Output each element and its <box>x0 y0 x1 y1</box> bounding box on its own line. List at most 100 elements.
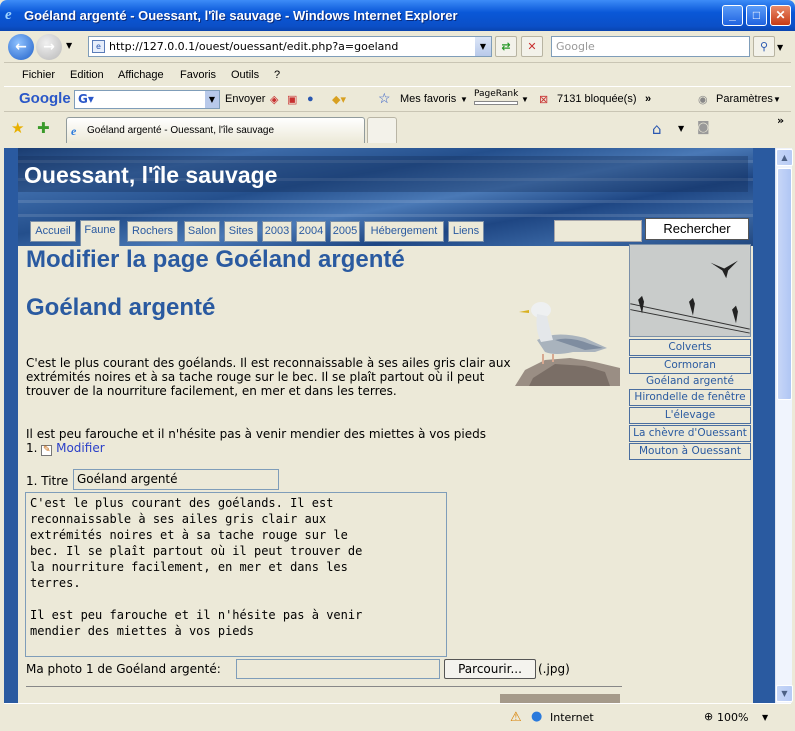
nav-2004[interactable]: 2004 <box>296 221 326 242</box>
more-chevron-icon[interactable]: » <box>645 93 651 105</box>
site-title: Ouessant, l'île sauvage <box>24 162 278 188</box>
settings-icon[interactable]: ◉ <box>698 93 708 106</box>
popup-blocked-count[interactable]: 7131 bloquée(s) <box>557 93 637 105</box>
sidebar-link-elevage[interactable]: L'élevage <box>629 407 751 424</box>
page-heading: Modifier la page Goéland argenté <box>26 246 405 273</box>
scroll-down-icon[interactable]: ▼ <box>776 685 793 702</box>
vertical-scrollbar[interactable]: ▲ ▼ <box>775 148 793 703</box>
address-dropdown-icon[interactable]: ▼ <box>475 37 491 56</box>
close-button[interactable]: ✕ <box>770 5 791 26</box>
favorites-dropdown-icon: ▼ <box>460 95 468 104</box>
tab-current[interactable]: e Goéland argenté - Ouessant, l'île sauv… <box>66 117 365 143</box>
sidebar-link-mouton[interactable]: Mouton à Ouessant <box>629 443 751 460</box>
sidebar-link-hirondelle[interactable]: Hirondelle de fenêtre <box>629 389 751 406</box>
nav-liens[interactable]: Liens <box>448 221 484 242</box>
maximize-button[interactable]: □ <box>746 5 767 26</box>
scroll-up-icon[interactable]: ▲ <box>776 149 793 166</box>
window-titlebar: e Goéland argenté - Ouessant, l'île sauv… <box>0 0 795 31</box>
modify-row: 1. ✎ Modifier <box>26 441 516 456</box>
titre-input[interactable]: Goéland argenté <box>73 469 279 490</box>
tab-title: Goéland argenté - Ouessant, l'île sauvag… <box>87 125 275 136</box>
nav-rochers[interactable]: Rochers <box>127 221 178 242</box>
home-icon[interactable]: ⌂ <box>652 120 662 138</box>
menu-edition[interactable]: Edition <box>70 69 104 81</box>
zoom-dropdown-icon[interactable]: ▼ <box>762 713 768 722</box>
nav-2003[interactable]: 2003 <box>262 221 292 242</box>
menu-bar: Fichier Edition Affichage Favoris Outils… <box>4 64 791 86</box>
zoom-level[interactable]: 100% <box>717 711 748 724</box>
file-extension-hint: (.jpg) <box>538 662 570 676</box>
site-search-button[interactable]: Rechercher <box>645 218 749 240</box>
favorites-star-icon[interactable]: ★ <box>11 119 24 137</box>
menu-favoris[interactable]: Favoris <box>180 69 216 81</box>
sidebar-link-chevre[interactable]: La chèvre d'Ouessant <box>629 425 751 442</box>
item-number: 1. <box>26 441 38 455</box>
google-dropdown-icon[interactable]: ▼ <box>205 91 219 108</box>
status-bar: ⚠ ● Internet ⊕ 100% ▼ <box>4 703 791 731</box>
pagerank-widget[interactable]: PageRank <box>474 89 522 109</box>
add-favorite-icon[interactable]: ✚ <box>37 119 50 137</box>
site-header: Ouessant, l'île sauvage Accueil Faune Ro… <box>18 148 753 246</box>
page-subheading: Goéland argenté <box>26 294 216 321</box>
description-paragraph-2: Il est peu farouche et il n'hésite pas à… <box>26 427 486 441</box>
minimize-button[interactable]: _ <box>722 5 743 26</box>
zoom-icon[interactable]: ⊕ <box>704 710 713 723</box>
new-tab-button[interactable] <box>367 117 397 143</box>
swallows-photo <box>629 244 751 337</box>
send-button[interactable]: Envoyer <box>225 93 265 105</box>
nav-sites[interactable]: Sites <box>224 221 258 242</box>
favorites-button[interactable]: Mes favoris <box>400 93 456 105</box>
stop-button[interactable]: ✕ <box>521 36 543 57</box>
nav-hebergement[interactable]: Hébergement <box>364 221 444 242</box>
popup-blocker-icon[interactable]: ⊠ <box>539 93 548 106</box>
globe-icon[interactable]: ● <box>307 93 314 105</box>
search-dropdown-icon[interactable]: ▼ <box>777 43 783 52</box>
home-dropdown-icon[interactable]: ▼ <box>678 124 684 133</box>
pagerank-bar <box>474 101 518 105</box>
page-icon: e <box>92 40 105 53</box>
tab-bar: ★ ✚ e Goéland argenté - Ouessant, l'île … <box>4 113 791 148</box>
zone-label: Internet <box>550 711 594 724</box>
feeds-icon[interactable]: ◙ <box>697 120 710 135</box>
menu-help[interactable]: ? <box>274 69 280 81</box>
search-input[interactable]: Google <box>551 36 750 57</box>
photo-label: Ma photo 1 de Goéland argenté: <box>26 662 221 676</box>
refresh-button[interactable]: ⇄ <box>495 36 517 57</box>
pagerank-dropdown-icon: ▼ <box>521 95 529 104</box>
address-bar[interactable]: e http://127.0.0.1/ouest/ouessant/edit.p… <box>88 36 492 57</box>
menu-affichage[interactable]: Affichage <box>118 69 164 81</box>
google-search-input[interactable]: G▾ ▼ <box>74 90 220 109</box>
bookmark-icon[interactable]: ◆▾ <box>332 93 346 106</box>
history-dropdown-icon[interactable]: ▼ <box>66 41 72 50</box>
ticket-icon[interactable]: ▣ <box>287 93 297 106</box>
nav-salon[interactable]: Salon <box>184 221 220 242</box>
nav-accueil[interactable]: Accueil <box>30 221 76 242</box>
google-g-icon: G▾ <box>78 92 94 106</box>
site-search-input[interactable] <box>554 220 642 242</box>
star-icon[interactable]: ☆ <box>378 90 391 107</box>
gull-photo <box>515 300 620 386</box>
menu-fichier[interactable]: Fichier <box>22 69 55 81</box>
modify-link[interactable]: Modifier <box>56 441 105 455</box>
edit-icon[interactable]: ✎ <box>41 445 53 456</box>
back-button[interactable]: ← <box>8 34 34 60</box>
pagerank-label: PageRank <box>474 89 519 99</box>
menu-outils[interactable]: Outils <box>231 69 259 81</box>
sidebar-link-cormoran[interactable]: Cormoran <box>629 357 751 374</box>
settings-button[interactable]: Paramètres <box>716 93 773 105</box>
highlight-icon[interactable]: ◈ <box>270 93 278 106</box>
google-logo[interactable]: Google <box>19 90 71 107</box>
description-textarea[interactable]: C'est le plus courant des goélands. Il e… <box>25 492 447 657</box>
navigation-bar: ← → ▼ e http://127.0.0.1/ouest/ouessant/… <box>4 31 791 63</box>
browse-button[interactable]: Parcourir... <box>444 659 536 679</box>
nav-faune[interactable]: Faune <box>80 220 120 246</box>
forward-button[interactable]: → <box>36 34 62 60</box>
tab-more-chevron-icon[interactable]: » <box>777 114 784 127</box>
search-icon[interactable]: ⚲ <box>753 36 775 57</box>
address-url: http://127.0.0.1/ouest/ouessant/edit.php… <box>109 40 399 53</box>
nav-2005[interactable]: 2005 <box>330 221 360 242</box>
scroll-thumb[interactable] <box>777 168 792 400</box>
sidebar-link-colverts[interactable]: Colverts <box>629 339 751 356</box>
photo-file-input[interactable] <box>236 659 440 679</box>
titre-label: 1. Titre <box>26 474 69 488</box>
